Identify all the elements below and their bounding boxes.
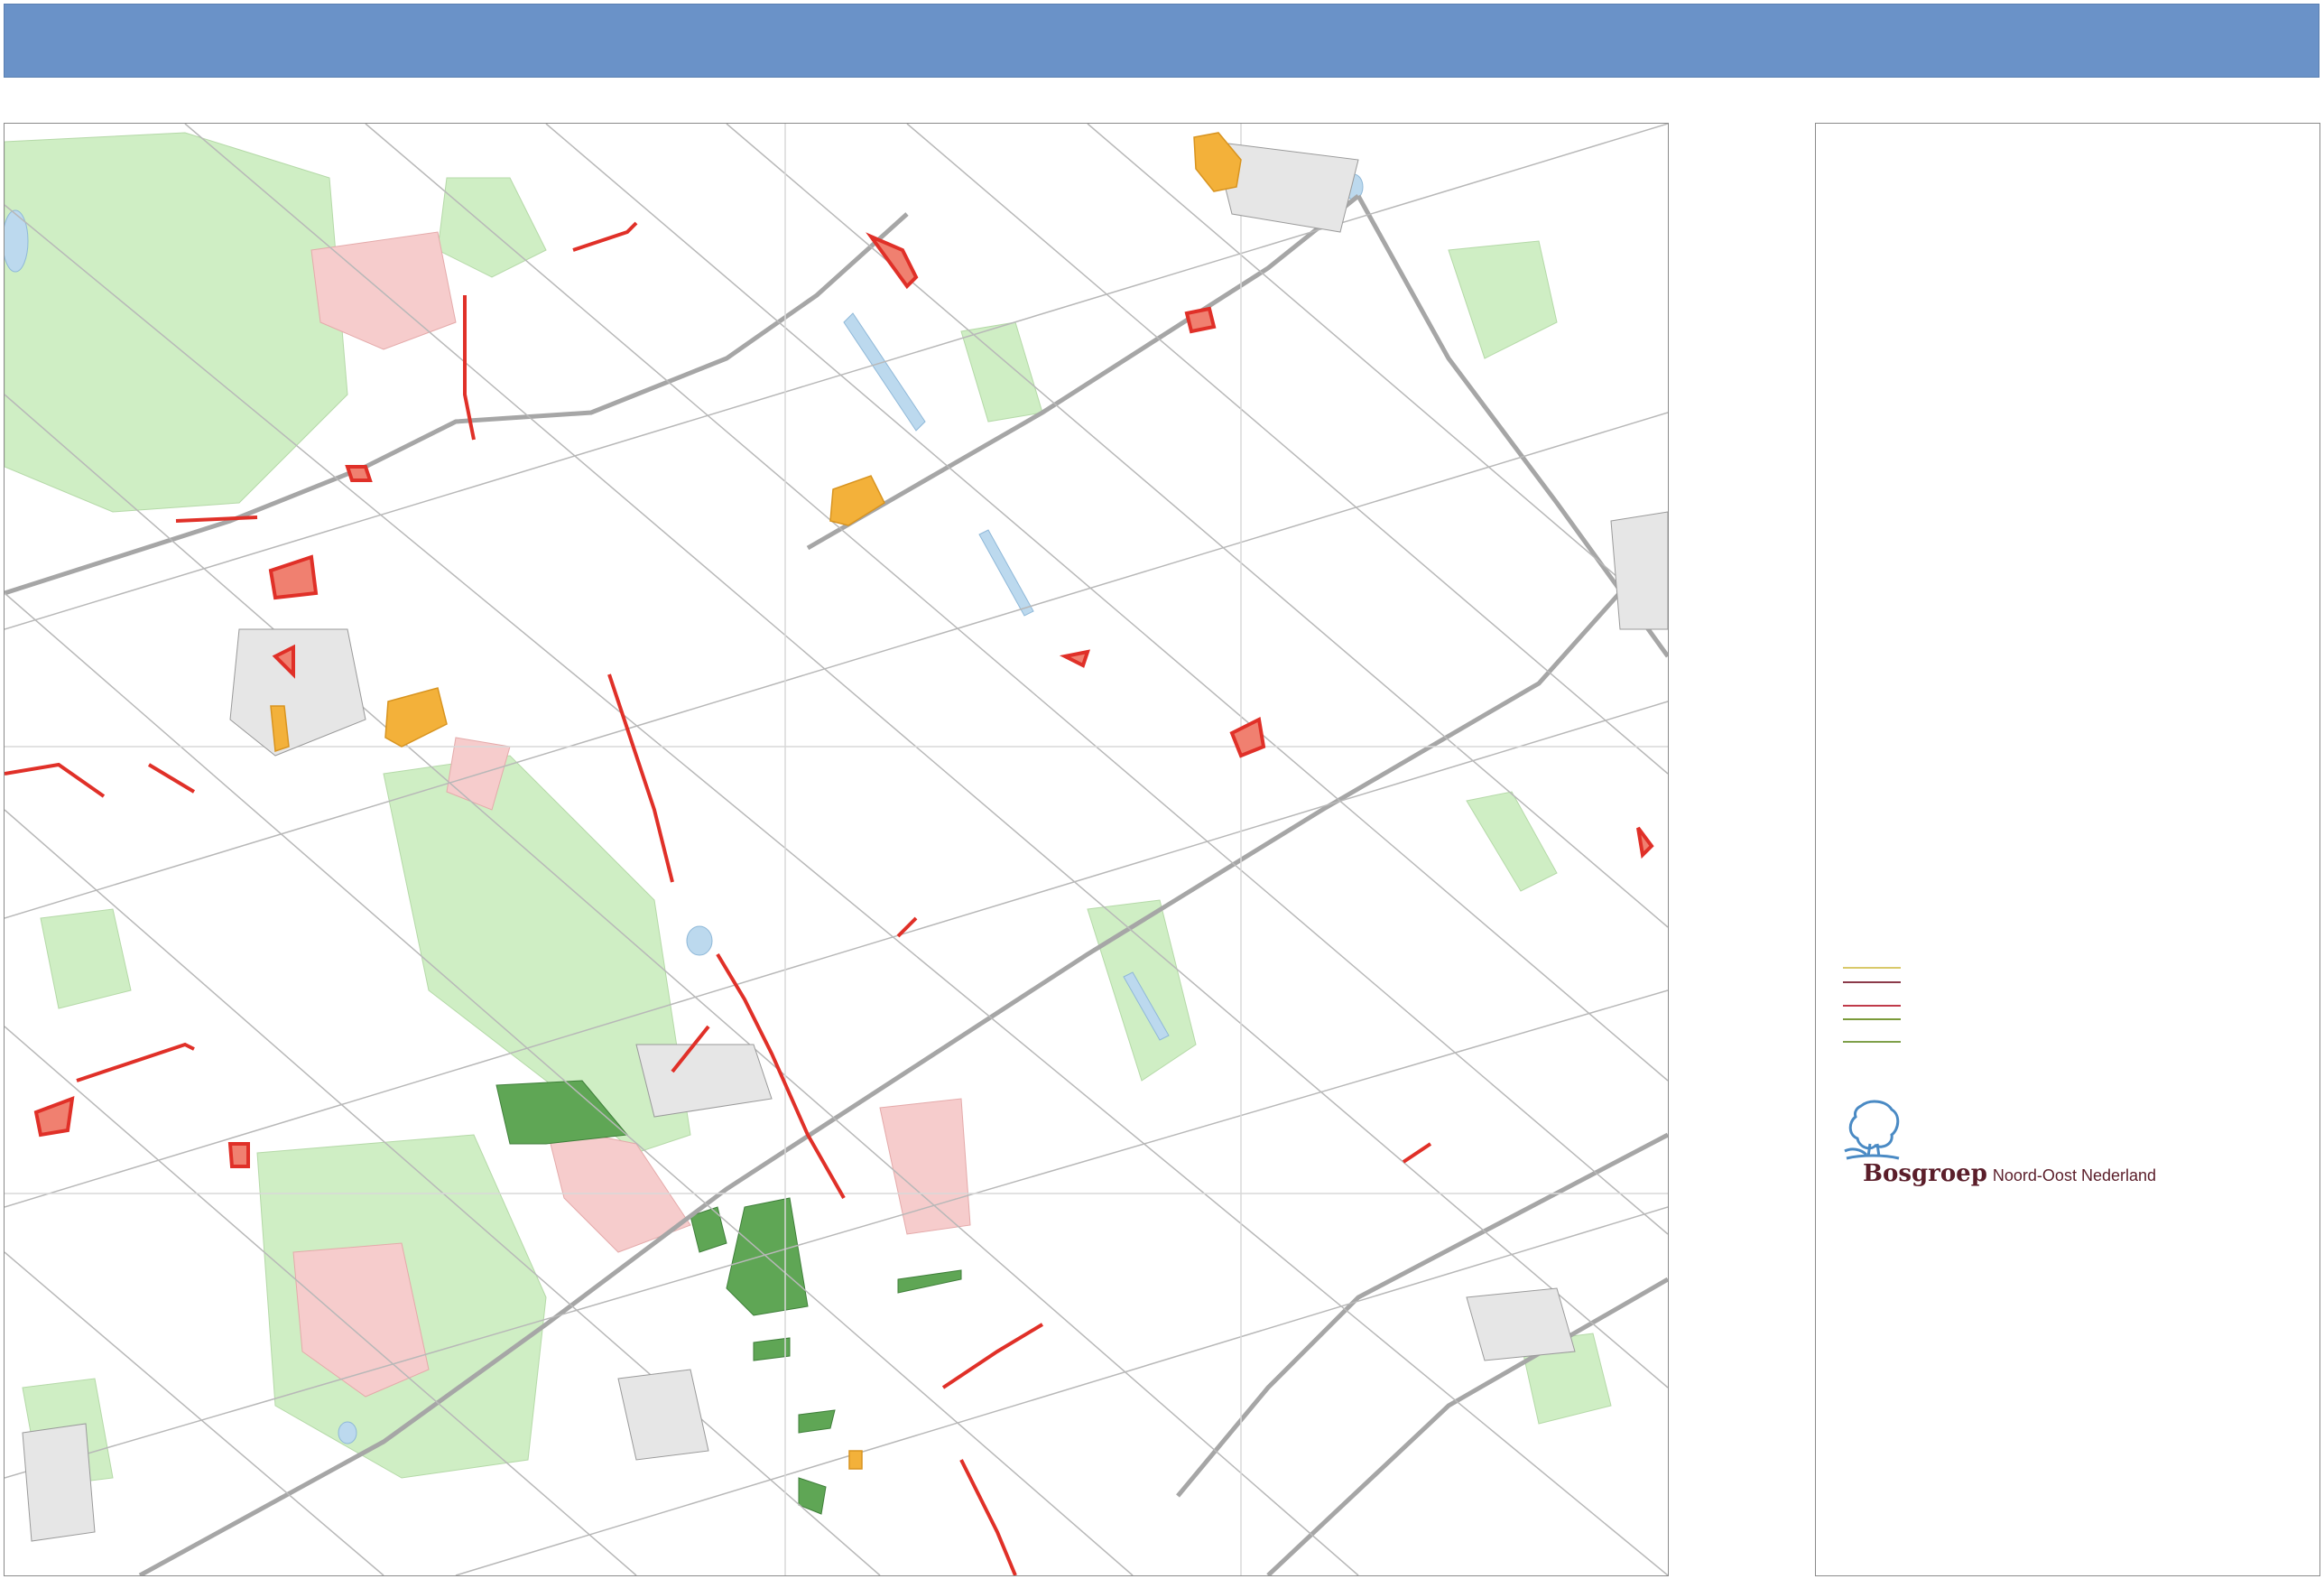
topographic-map <box>5 124 1668 1575</box>
legend-line-1 <box>1843 967 1901 969</box>
tree-icon <box>1844 1100 1900 1160</box>
legend-panel: Bosgroep Noord-Oost Nederland <box>1815 123 2320 1576</box>
logo-text: Bosgroep Noord-Oost Nederland <box>1863 1160 2156 1187</box>
logo-subtitle: Noord-Oost Nederland <box>1992 1166 2156 1184</box>
legend-line-5 <box>1843 1041 1901 1043</box>
logo-brand: Bosgroep <box>1863 1160 1987 1187</box>
bosgroep-logo: Bosgroep Noord-Oost Nederland <box>1843 1099 2168 1198</box>
legend-line-3 <box>1843 1005 1901 1007</box>
legend-line-4 <box>1843 1018 1901 1020</box>
map-view[interactable] <box>4 123 1669 1576</box>
legend-line-2 <box>1843 981 1901 983</box>
header-bar <box>4 4 2319 78</box>
forest-areas <box>5 132 1612 1488</box>
